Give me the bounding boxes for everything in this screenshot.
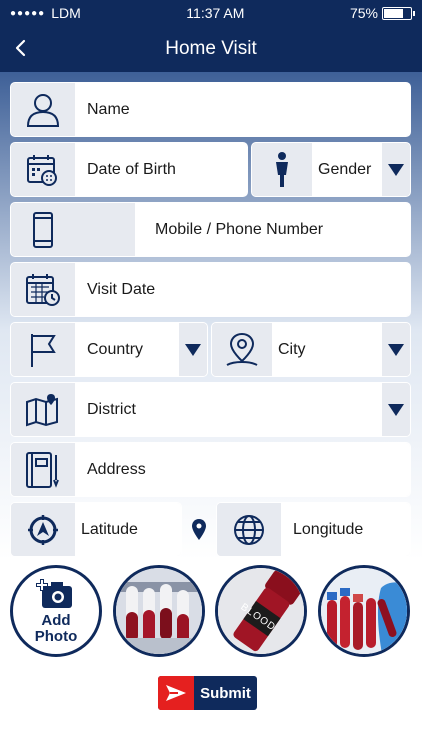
country-select[interactable]: Country (10, 322, 208, 377)
status-time: 11:37 AM (186, 5, 245, 21)
submit-button[interactable]: Submit (158, 676, 257, 710)
address-label: Address (75, 443, 410, 496)
battery-fill (383, 8, 404, 18)
city-dropdown-icon[interactable] (382, 323, 410, 376)
globe-icon (217, 503, 281, 556)
row-country-city: Country City (10, 322, 411, 377)
country-dropdown-icon[interactable] (179, 323, 207, 376)
photo-thumbnail-test-tubes[interactable] (112, 565, 205, 657)
camera-plus-icon (36, 579, 72, 608)
battery-status: 75% (349, 5, 415, 21)
visit-date-field[interactable]: Visit Date (10, 262, 411, 317)
nav-bar: Home Visit (0, 26, 422, 72)
submit-label: Submit (200, 684, 251, 702)
gender-select[interactable]: Gender (251, 142, 411, 197)
country-label: Country (75, 323, 179, 376)
compass-icon (11, 503, 75, 556)
mobile-field[interactable]: Mobile / Phone Number (10, 202, 411, 257)
location-pin-icon (212, 323, 272, 376)
user-icon (11, 83, 75, 136)
back-icon[interactable] (10, 36, 32, 60)
mobile-spacer (75, 203, 135, 256)
row-dob-gender: Date of Birth Gender (10, 142, 411, 197)
photo-thumbnail-blood-vial[interactable]: BLOOD (215, 565, 308, 657)
photo-strip: Add Photo BLOOD (10, 565, 410, 657)
home-visit-form: Name Date of Birth Gender Mobile / Phone… (10, 82, 411, 562)
district-label: District (75, 383, 382, 436)
map-icon (11, 383, 75, 436)
gender-label: Gender (312, 143, 382, 196)
calendar-icon (11, 143, 75, 196)
city-select[interactable]: City (211, 322, 411, 377)
dob-label: Date of Birth (75, 143, 247, 196)
address-field[interactable]: Address (10, 442, 411, 497)
longitude-label: Longitude (281, 503, 410, 556)
add-photo-line1: Add (41, 612, 71, 629)
row-district: District (10, 382, 411, 437)
status-left: ●●●●● LDM (10, 5, 81, 21)
district-dropdown-icon[interactable] (382, 383, 410, 436)
notebook-pencil-icon (11, 443, 75, 496)
battery-percent: 75% (349, 5, 378, 21)
gender-dropdown-icon[interactable] (382, 143, 410, 196)
row-name: Name (10, 82, 411, 137)
page-title: Home Visit (165, 38, 257, 59)
status-bar: ●●●●● LDM 11:37 AM 75% (0, 0, 422, 26)
blood-vial-image (218, 568, 305, 654)
district-select[interactable]: District (10, 382, 411, 437)
mobile-label: Mobile / Phone Number (135, 203, 410, 256)
signal-icon: ●●●●● (10, 7, 46, 19)
visit-date-label: Visit Date (75, 263, 410, 316)
latitude-label: Latitude (75, 503, 181, 556)
longitude-field[interactable]: Longitude (216, 502, 411, 557)
row-address: Address (10, 442, 411, 497)
send-icon (158, 676, 194, 710)
battery-icon (381, 6, 415, 20)
dob-field[interactable]: Date of Birth (10, 142, 248, 197)
phone-icon (11, 203, 75, 256)
add-photo-line2: Photo (34, 628, 78, 645)
city-label: City (272, 323, 382, 376)
lab-glove-image (320, 568, 407, 654)
map-pin-icon (185, 502, 213, 557)
photo-thumbnail-lab-glove[interactable] (317, 565, 410, 657)
add-photo-label: Add Photo (35, 613, 78, 645)
row-mobile: Mobile / Phone Number (10, 202, 411, 257)
row-visit-date: Visit Date (10, 262, 411, 317)
latitude-field[interactable]: Latitude (10, 502, 182, 557)
add-photo-button[interactable]: Add Photo (10, 565, 102, 657)
test-tubes-image (115, 568, 202, 654)
name-field[interactable]: Name (10, 82, 411, 137)
row-coordinates: Latitude Longitude (10, 502, 411, 557)
flag-icon (11, 323, 75, 376)
calendar-clock-icon (11, 263, 75, 316)
gender-icon (252, 143, 312, 196)
name-label: Name (75, 83, 410, 136)
carrier-name: LDM (51, 5, 81, 21)
